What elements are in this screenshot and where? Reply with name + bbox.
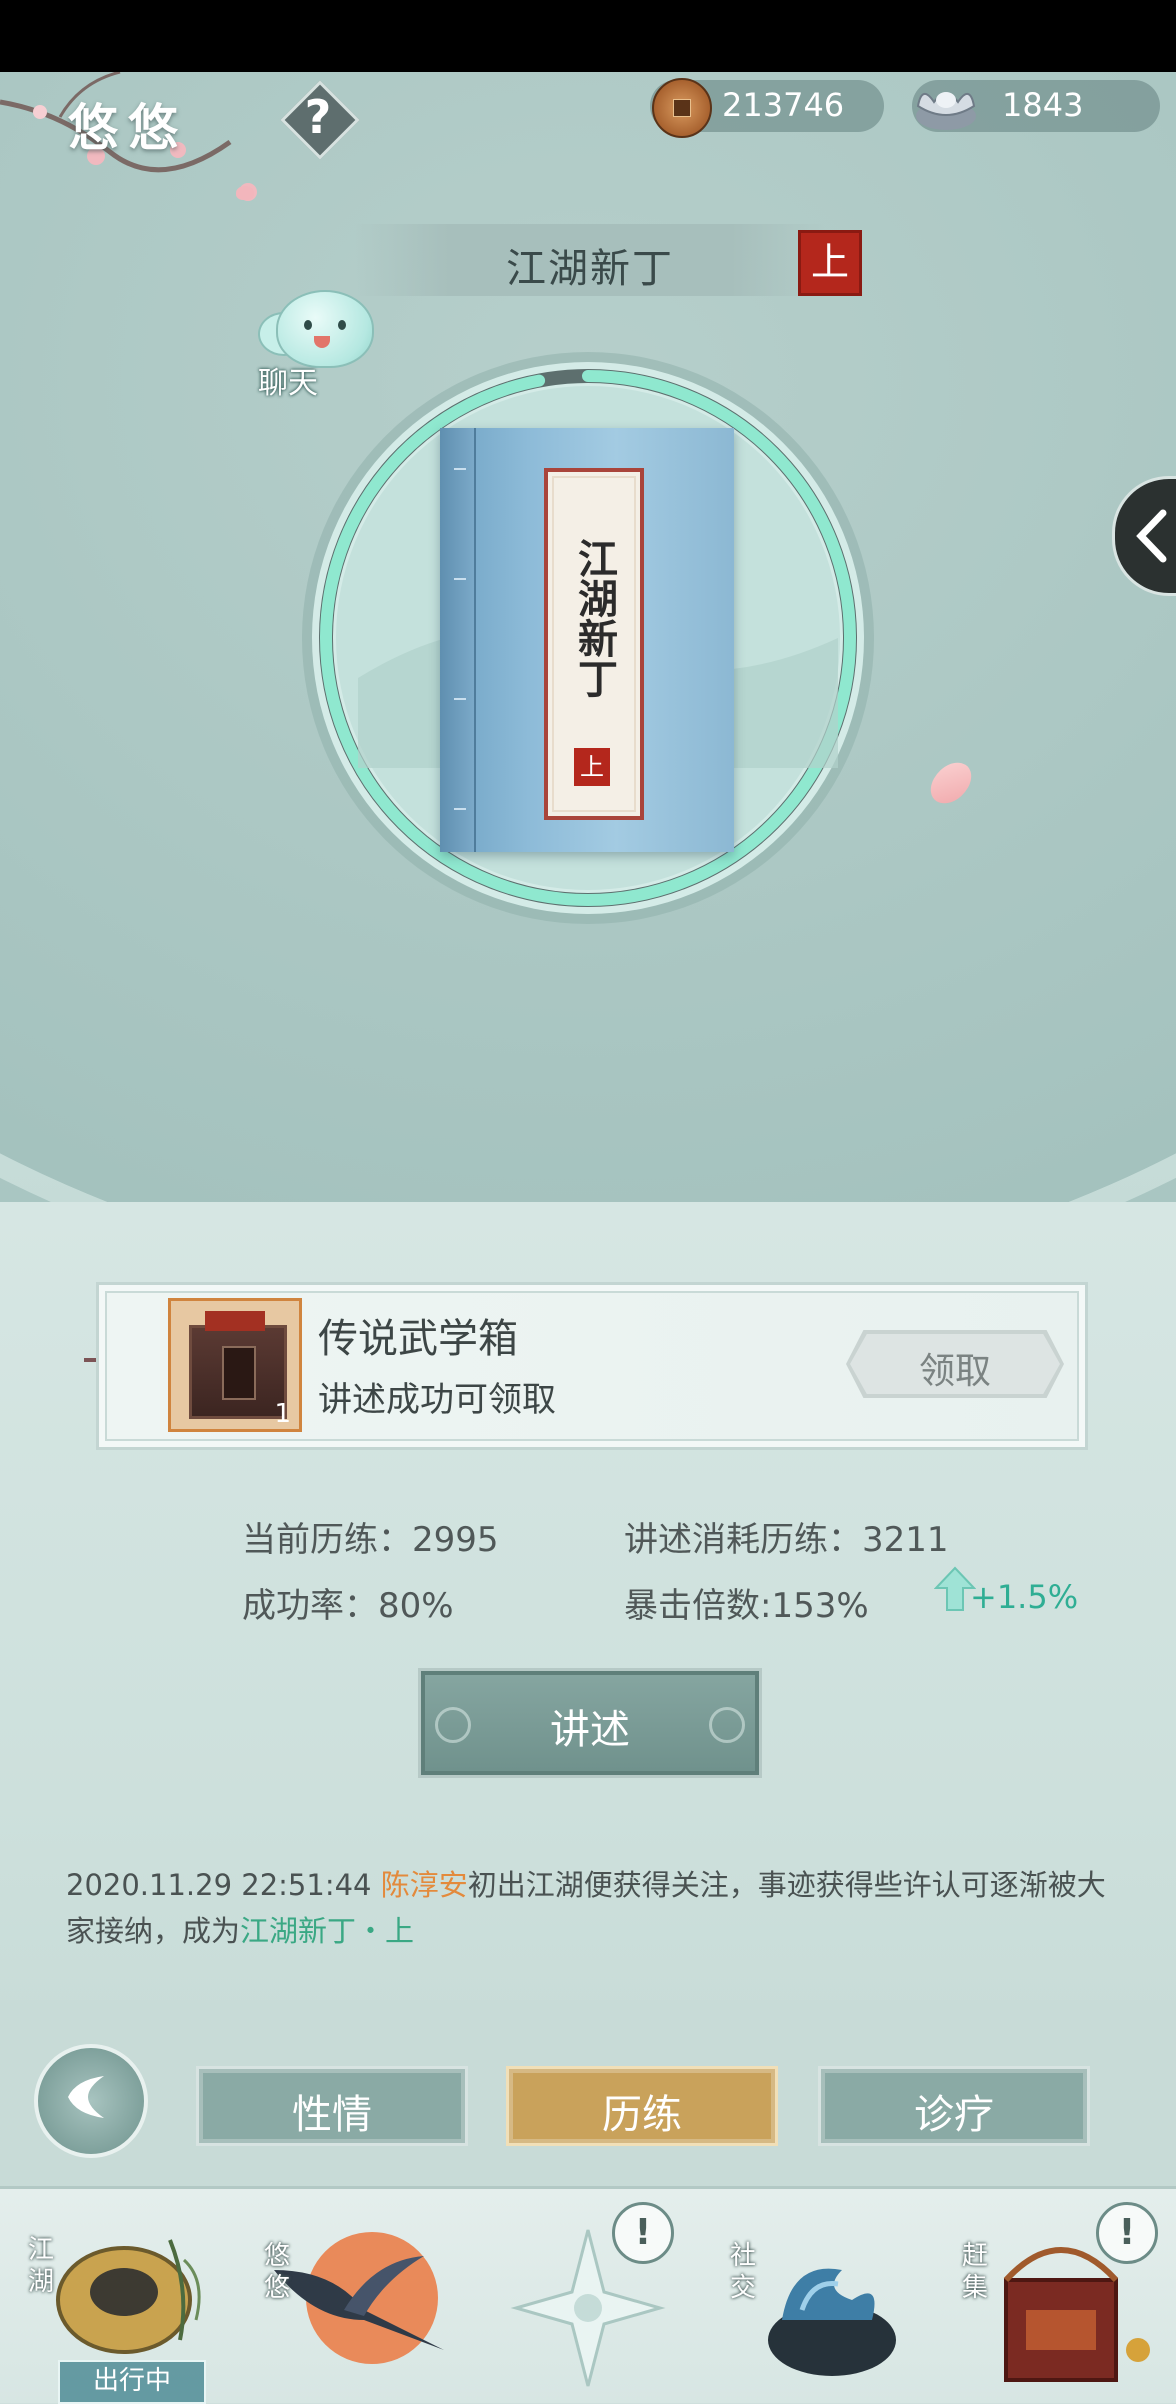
reward-count: 1 [274, 1399, 291, 1429]
nav-youyou[interactable]: 悠悠 [254, 2200, 454, 2396]
claim-button[interactable]: 领取 [846, 1330, 1064, 1398]
event-log: 2020.11.29 22:51:44 陈淳安初出江湖便获得关注，事迹获得些许认… [66, 1862, 1116, 1954]
title-banner: 江湖新丁 [355, 224, 825, 296]
reward-item-slot[interactable]: 1 [168, 1298, 302, 1432]
tab-experience[interactable]: 历练 [506, 2066, 778, 2146]
copper-coin-counter: 213746 [650, 78, 884, 138]
copper-amount: 213746 [722, 86, 845, 124]
nav-market-alert-badge: ! [1096, 2202, 1158, 2264]
silver-counter: 1843 [912, 80, 1160, 132]
current-exp: 当前历练：2995 [242, 1520, 499, 1560]
nav-market[interactable]: 赶集 ! [956, 2200, 1158, 2396]
back-arrow-icon [68, 2076, 104, 2118]
success-rate: 成功率：80% [242, 1586, 454, 1626]
nav-center[interactable]: ! [488, 2200, 688, 2396]
nav-social[interactable]: 社交 [722, 2200, 922, 2396]
tab-treatment[interactable]: 诊疗 [818, 2066, 1090, 2146]
treasure-chest-icon [189, 1325, 287, 1419]
nav-youyou-label: 悠悠 [264, 2241, 291, 2303]
nav-jianghu-status: 出行中 [58, 2360, 206, 2404]
crit-multiplier: 暴击倍数:153% [624, 1586, 869, 1626]
title-book: 江湖新丁 上 [440, 428, 734, 852]
reward-name: 传说武学箱 [318, 1316, 518, 1362]
book-cover-text: 江湖新丁 [571, 538, 618, 698]
title-name: 江湖新丁 [506, 246, 674, 292]
nav-jianghu[interactable]: 江湖 出行中 [20, 2200, 220, 2404]
log-title: 江湖新丁・上 [240, 1914, 415, 1948]
tab-temperament[interactable]: 性情 [196, 2066, 468, 2146]
tell-button[interactable]: 讲述 [418, 1668, 762, 1778]
help-button[interactable]: ? [280, 80, 360, 160]
player-name: 悠悠 [68, 98, 188, 157]
title-seal: 上 [798, 230, 862, 296]
nav-social-label: 社交 [730, 2241, 757, 2303]
nav-center-alert-badge: ! [612, 2202, 674, 2264]
top-bar: 悠悠 ? 213746 1843 [0, 72, 1176, 201]
copper-coin-icon [652, 78, 712, 138]
nav-jianghu-label: 江湖 [28, 2235, 55, 2297]
log-timestamp: 2020.11.29 22:51:44 [66, 1868, 372, 1902]
nav-market-label: 赶集 [962, 2241, 989, 2303]
cost-exp: 讲述消耗历练：3211 [624, 1520, 949, 1560]
log-character-name: 陈淳安 [380, 1868, 468, 1902]
reward-description: 讲述成功可领取 [318, 1380, 556, 1420]
crit-bonus: +1.5% [970, 1578, 1079, 1616]
silver-ingot-icon [916, 92, 976, 130]
status-bar [0, 0, 1176, 72]
book-seal: 上 [574, 748, 610, 786]
petal-decoration [236, 186, 254, 200]
silver-amount: 1843 [1002, 86, 1084, 124]
chevron-left-icon [1136, 509, 1167, 563]
back-button[interactable] [34, 2044, 148, 2158]
book-label: 江湖新丁 上 [544, 468, 644, 820]
